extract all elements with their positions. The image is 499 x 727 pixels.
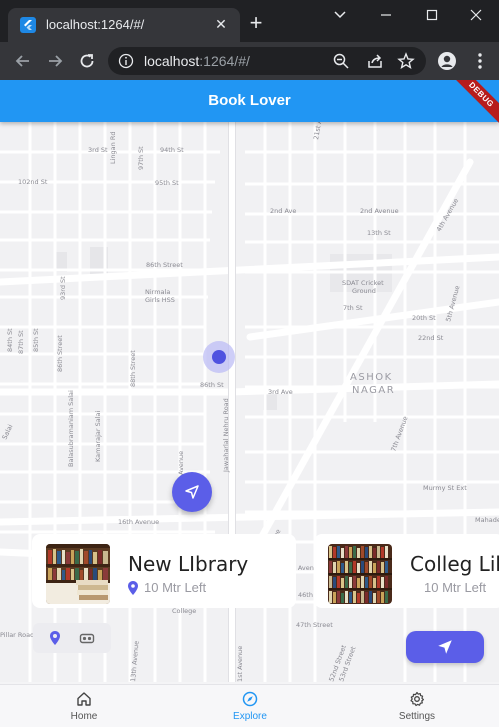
browser-tab[interactable]: localhost:1264/#/ ✕ bbox=[8, 8, 240, 42]
svg-text:88th Street: 88th Street bbox=[129, 350, 137, 387]
svg-text:22nd St: 22nd St bbox=[418, 334, 444, 342]
svg-text:85th St: 85th St bbox=[32, 328, 40, 352]
address-bar[interactable]: localhost:1264/#/ bbox=[108, 47, 426, 75]
svg-text:Murmy St Ext: Murmy St Ext bbox=[423, 484, 467, 492]
close-window-icon[interactable] bbox=[453, 0, 499, 30]
map-mode-toggle[interactable] bbox=[33, 623, 111, 653]
app-viewport: Book Lover DEBUG 3rd St 94th St 95th St … bbox=[0, 80, 499, 727]
location-pin-icon[interactable] bbox=[47, 630, 63, 646]
bookmark-star-icon[interactable] bbox=[397, 52, 415, 70]
svg-text:7th St: 7th St bbox=[343, 304, 363, 312]
svg-text:3rd Ave: 3rd Ave bbox=[268, 388, 293, 396]
distance-text: 10 Mtr Left bbox=[144, 580, 207, 595]
library-card[interactable]: Colleg Libr 10 Mtr Left bbox=[314, 534, 499, 608]
nav-label: Settings bbox=[398, 711, 436, 722]
svg-text:Balasubramaniam Salai: Balasubramaniam Salai bbox=[67, 390, 75, 467]
svg-text:84th St: 84th St bbox=[6, 328, 14, 352]
distance-row: 10 Mtr Left bbox=[424, 580, 486, 595]
svg-text:47th Street: 47th Street bbox=[296, 621, 333, 629]
app-bar: Book Lover bbox=[0, 80, 499, 122]
site-info-icon[interactable] bbox=[118, 53, 134, 69]
svg-text:2nd Ave: 2nd Ave bbox=[270, 207, 296, 215]
svg-text:Nirmala: Nirmala bbox=[145, 288, 170, 296]
svg-text:20th St: 20th St bbox=[412, 314, 436, 322]
home-icon bbox=[77, 692, 91, 706]
vr-headset-icon[interactable] bbox=[79, 630, 95, 646]
app-title: Book Lover bbox=[208, 92, 291, 109]
flutter-favicon-icon bbox=[20, 17, 36, 33]
nav-item-explore[interactable]: Explore bbox=[200, 685, 300, 727]
navigation-arrow-icon bbox=[438, 640, 452, 654]
tab-title: localhost:1264/#/ bbox=[46, 17, 145, 32]
library-name: New LIbrary bbox=[128, 552, 249, 576]
svg-text:13th St: 13th St bbox=[367, 229, 391, 237]
zoom-icon[interactable] bbox=[332, 52, 350, 70]
location-pin-icon bbox=[128, 580, 138, 595]
browser-tab-strip: localhost:1264/#/ ✕ + bbox=[0, 0, 499, 42]
svg-text:97th St: 97th St bbox=[137, 146, 145, 170]
navigate-fab-button[interactable] bbox=[172, 472, 212, 512]
svg-text:ASHOK: ASHOK bbox=[350, 372, 393, 383]
svg-text:2nd Avenue: 2nd Avenue bbox=[360, 207, 399, 215]
library-card[interactable]: New LIbrary 10 Mtr Left bbox=[32, 534, 296, 608]
svg-text:Ground: Ground bbox=[352, 287, 376, 295]
distance-text: 10 Mtr Left bbox=[424, 580, 487, 595]
svg-text:16th Avenue: 16th Avenue bbox=[118, 518, 159, 526]
svg-text:1st Avenue: 1st Avenue bbox=[236, 646, 244, 682]
compass-icon bbox=[242, 691, 258, 707]
tab-search-icon[interactable] bbox=[317, 0, 363, 30]
svg-text:95th St: 95th St bbox=[155, 179, 179, 187]
nav-label: Explore bbox=[233, 711, 267, 722]
maximize-icon[interactable] bbox=[409, 0, 455, 30]
svg-text:87th St: 87th St bbox=[17, 330, 25, 354]
svg-text:3rd St: 3rd St bbox=[88, 146, 108, 154]
browser-menu-icon[interactable] bbox=[469, 50, 491, 72]
profile-avatar-icon[interactable] bbox=[436, 50, 458, 72]
svg-text:86th Street: 86th Street bbox=[56, 335, 64, 372]
svg-text:93rd St: 93rd St bbox=[59, 276, 67, 300]
reload-icon[interactable] bbox=[75, 49, 99, 73]
browser-toolbar: localhost:1264/#/ bbox=[0, 42, 499, 80]
svg-text:Kamarajar Salai: Kamarajar Salai bbox=[94, 410, 102, 462]
svg-text:NAGAR: NAGAR bbox=[352, 385, 395, 396]
bottom-navigation-bar: Home Explore Settings bbox=[0, 684, 499, 727]
back-icon[interactable] bbox=[11, 49, 35, 73]
library-thumbnail bbox=[328, 544, 392, 604]
svg-text:Lingan Rd: Lingan Rd bbox=[109, 132, 117, 164]
nav-item-home[interactable]: Home bbox=[34, 685, 134, 727]
svg-text:86th St: 86th St bbox=[200, 381, 224, 389]
start-navigation-button[interactable] bbox=[406, 631, 484, 663]
gear-icon bbox=[410, 691, 424, 707]
svg-text:SDAT Cricket: SDAT Cricket bbox=[342, 279, 384, 287]
svg-text:Jawaharlal Nehru Road: Jawaharlal Nehru Road bbox=[222, 398, 230, 473]
library-thumbnail bbox=[46, 544, 110, 604]
forward-icon[interactable] bbox=[43, 49, 67, 73]
library-name: Colleg Libr bbox=[410, 552, 499, 576]
navigation-arrow-icon bbox=[185, 485, 199, 499]
distance-row: 10 Mtr Left bbox=[128, 580, 206, 595]
minimize-icon[interactable] bbox=[363, 0, 409, 30]
svg-text:94th St: 94th St bbox=[160, 146, 184, 154]
svg-text:Pillar Road: Pillar Road bbox=[0, 631, 34, 639]
nav-item-settings[interactable]: Settings bbox=[367, 685, 467, 727]
svg-text:Girls HSS: Girls HSS bbox=[145, 296, 175, 304]
close-tab-icon[interactable]: ✕ bbox=[212, 15, 230, 33]
svg-text:College: College bbox=[172, 607, 196, 615]
nav-label: Home bbox=[70, 711, 98, 722]
svg-text:Mahade: Mahade bbox=[475, 516, 499, 524]
share-icon[interactable] bbox=[366, 52, 384, 70]
svg-text:86th Street: 86th Street bbox=[146, 261, 183, 269]
svg-text:102nd St: 102nd St bbox=[18, 178, 48, 186]
new-tab-icon[interactable]: + bbox=[245, 12, 267, 35]
url-text[interactable]: localhost:1264/#/ bbox=[144, 53, 250, 69]
current-location-dot[interactable] bbox=[212, 350, 226, 364]
